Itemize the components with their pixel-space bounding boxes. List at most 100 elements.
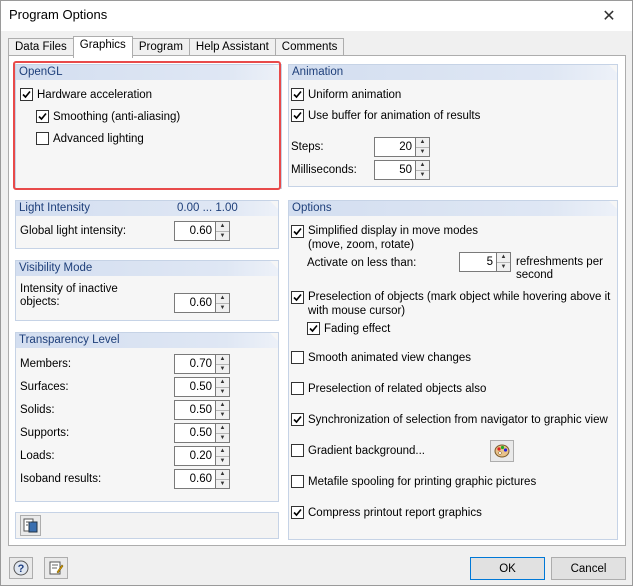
- light-intensity-group: Light Intensity 0.00 ... 1.00 Global lig…: [15, 200, 279, 249]
- compress-printout-checkbox[interactable]: Compress printout report graphics: [291, 506, 482, 519]
- transparency-isoband-spinner[interactable]: 0.60 ▲ ▼: [174, 469, 230, 489]
- milliseconds-spinner[interactable]: 50 ▲ ▼: [374, 160, 430, 180]
- checkbox-checked-icon[interactable]: [307, 322, 320, 335]
- transparency-solids-value[interactable]: 0.50: [174, 400, 216, 420]
- simplified-display-checkbox[interactable]: Simplified display in move modes (move, …: [291, 224, 478, 252]
- spin-up-icon[interactable]: ▲: [416, 138, 429, 147]
- spin-down-icon[interactable]: ▼: [216, 386, 229, 397]
- spin-up-icon[interactable]: ▲: [416, 161, 429, 170]
- color-palette-icon[interactable]: [490, 440, 514, 462]
- spin-down-icon[interactable]: ▼: [216, 455, 229, 466]
- checkbox-checked-icon[interactable]: [291, 225, 304, 238]
- checkbox-checked-icon[interactable]: [36, 110, 49, 123]
- spin-down-icon[interactable]: ▼: [497, 261, 510, 272]
- edit-notes-icon[interactable]: [44, 557, 68, 579]
- transparency-loads-value[interactable]: 0.20: [174, 446, 216, 466]
- checkbox-checked-icon[interactable]: [291, 109, 304, 122]
- window-title: Program Options: [9, 7, 108, 22]
- transparency-surfaces-label: Surfaces:: [20, 381, 69, 393]
- checkbox-checked-icon[interactable]: [291, 506, 304, 519]
- transparency-supports-value[interactable]: 0.50: [174, 423, 216, 443]
- steps-value[interactable]: 20: [374, 137, 416, 157]
- transparency-surfaces-value[interactable]: 0.50: [174, 377, 216, 397]
- fading-effect-label: Fading effect: [324, 322, 391, 335]
- transparency-loads-spinner[interactable]: 0.20 ▲ ▼: [174, 446, 230, 466]
- transparency-solids-label: Solids:: [20, 404, 55, 416]
- spin-down-icon[interactable]: ▼: [216, 409, 229, 420]
- checkbox-unchecked-icon[interactable]: [36, 132, 49, 145]
- spin-up-icon[interactable]: ▲: [216, 355, 229, 364]
- sync-selection-checkbox[interactable]: Synchronization of selection from naviga…: [291, 413, 608, 426]
- checkbox-unchecked-icon[interactable]: [291, 444, 304, 457]
- use-buffer-label: Use buffer for animation of results: [308, 109, 481, 122]
- smoothing-checkbox[interactable]: Smoothing (anti-aliasing): [36, 110, 180, 123]
- transparency-surfaces-spinner[interactable]: 0.50 ▲ ▼: [174, 377, 230, 397]
- spin-down-icon[interactable]: ▼: [216, 230, 229, 241]
- spin-down-icon[interactable]: ▼: [216, 432, 229, 443]
- smooth-view-changes-checkbox[interactable]: Smooth animated view changes: [291, 351, 471, 364]
- checkbox-checked-icon[interactable]: [291, 88, 304, 101]
- activate-spinner[interactable]: 5 ▲ ▼: [459, 252, 511, 272]
- spin-up-icon[interactable]: ▲: [216, 424, 229, 433]
- milliseconds-value[interactable]: 50: [374, 160, 416, 180]
- spin-down-icon[interactable]: ▼: [216, 363, 229, 374]
- activate-value[interactable]: 5: [459, 252, 497, 272]
- spin-down-icon[interactable]: ▼: [416, 169, 429, 180]
- transparency-isoband-value[interactable]: 0.60: [174, 469, 216, 489]
- default-settings-icon[interactable]: [20, 515, 41, 536]
- transparency-isoband-label: Isoband results:: [20, 473, 102, 485]
- preselection-related-checkbox[interactable]: Preselection of related objects also: [291, 382, 486, 395]
- cancel-button[interactable]: Cancel: [551, 557, 626, 580]
- checkbox-unchecked-icon[interactable]: [291, 475, 304, 488]
- light-intensity-group-title: Light Intensity 0.00 ... 1.00: [16, 201, 278, 216]
- simplified-display-label: Simplified display in move modes: [308, 225, 479, 237]
- checkbox-checked-icon[interactable]: [291, 291, 304, 304]
- metafile-spooling-checkbox[interactable]: Metafile spooling for printing graphic p…: [291, 475, 536, 488]
- checkbox-checked-icon[interactable]: [20, 88, 33, 101]
- ok-button[interactable]: OK: [470, 557, 545, 580]
- checkbox-checked-icon[interactable]: [291, 413, 304, 426]
- use-buffer-checkbox[interactable]: Use buffer for animation of results: [291, 109, 480, 122]
- advanced-lighting-checkbox[interactable]: Advanced lighting: [36, 132, 144, 145]
- close-icon[interactable]: ✕: [586, 1, 632, 31]
- gradient-background-checkbox[interactable]: Gradient background...: [291, 444, 425, 457]
- uniform-animation-checkbox[interactable]: Uniform animation: [291, 88, 401, 101]
- spin-down-icon[interactable]: ▼: [216, 478, 229, 489]
- smoothing-label: Smoothing (anti-aliasing): [53, 110, 181, 123]
- global-light-intensity-value[interactable]: 0.60: [174, 221, 216, 241]
- spin-up-icon[interactable]: ▲: [216, 447, 229, 456]
- spin-down-icon[interactable]: ▼: [216, 302, 229, 313]
- simplified-display-sublabel: (move, zoom, rotate): [308, 239, 415, 251]
- fading-effect-checkbox[interactable]: Fading effect: [307, 322, 390, 335]
- opengl-group: OpenGL Hardware acceleration Smoothing (…: [15, 64, 282, 189]
- preselection-checkbox[interactable]: Preselection of objects (mark object whi…: [291, 290, 610, 318]
- hardware-acceleration-checkbox[interactable]: Hardware acceleration: [20, 88, 152, 101]
- spin-up-icon[interactable]: ▲: [216, 294, 229, 303]
- spin-down-icon[interactable]: ▼: [416, 146, 429, 157]
- transparency-members-label: Members:: [20, 358, 72, 370]
- spin-up-icon[interactable]: ▲: [216, 470, 229, 479]
- title-bar: Program Options ✕: [1, 1, 632, 31]
- inactive-objects-value[interactable]: 0.60: [174, 293, 216, 313]
- checkbox-unchecked-icon[interactable]: [291, 351, 304, 364]
- inactive-objects-label-line1: Intensity of inactive: [20, 283, 118, 295]
- transparency-solids-spinner[interactable]: 0.50 ▲ ▼: [174, 400, 230, 420]
- transparency-members-value[interactable]: 0.70: [174, 354, 216, 374]
- program-options-dialog: Program Options ✕ Data Files Graphics Pr…: [0, 0, 633, 586]
- checkbox-unchecked-icon[interactable]: [291, 382, 304, 395]
- steps-spinner[interactable]: 20 ▲ ▼: [374, 137, 430, 157]
- tab-graphics[interactable]: Graphics: [72, 36, 133, 58]
- global-light-intensity-spinner[interactable]: 0.60 ▲ ▼: [174, 221, 230, 241]
- spin-up-icon[interactable]: ▲: [216, 401, 229, 410]
- help-icon[interactable]: ?: [9, 557, 33, 579]
- preselection-sublabel: with mouse cursor): [308, 305, 406, 317]
- transparency-members-spinner[interactable]: 0.70 ▲ ▼: [174, 354, 230, 374]
- spin-up-icon[interactable]: ▲: [216, 378, 229, 387]
- spin-up-icon[interactable]: ▲: [497, 253, 510, 262]
- opengl-group-title: OpenGL: [16, 65, 281, 80]
- spin-up-icon[interactable]: ▲: [216, 222, 229, 231]
- advanced-lighting-label: Advanced lighting: [53, 132, 144, 145]
- light-intensity-title: Light Intensity: [19, 202, 90, 214]
- transparency-supports-spinner[interactable]: 0.50 ▲ ▼: [174, 423, 230, 443]
- inactive-objects-spinner[interactable]: 0.60 ▲ ▼: [174, 293, 230, 313]
